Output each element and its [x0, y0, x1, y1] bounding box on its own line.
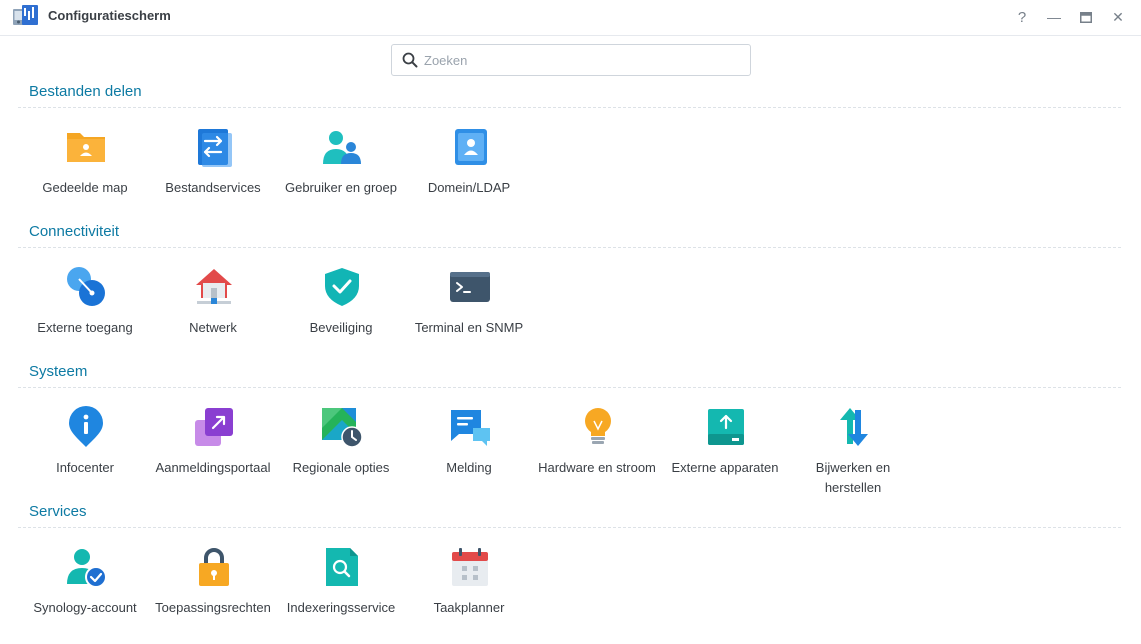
tile-file-services[interactable]: Bestandservices — [149, 120, 277, 220]
maximize-icon — [1080, 11, 1092, 23]
control-panel-app-icon — [13, 5, 38, 25]
tile-indexing-service[interactable]: Indexeringsservice — [277, 540, 405, 640]
section-title-system: Systeem — [29, 363, 88, 380]
tile-domain-ldap[interactable]: Domein/LDAP — [405, 120, 533, 220]
tile-label: Netwerk — [189, 320, 237, 335]
tile-network[interactable]: Netwerk — [149, 260, 277, 360]
tile-label: Externe toegang — [37, 320, 133, 335]
tile-label: Gebruiker en groep — [284, 180, 397, 195]
tile-label: Terminal en SNMP — [414, 320, 524, 335]
application-privileges-icon — [199, 548, 229, 586]
network-icon — [196, 269, 232, 304]
notification-icon — [451, 410, 490, 446]
tile-terminal-snmp[interactable]: Terminal en SNMP — [405, 260, 533, 360]
tile-label: Gedeelde map — [42, 180, 128, 195]
section-title-connectivity: Connectiviteit — [29, 223, 120, 240]
terminal-icon — [450, 272, 490, 302]
tile-label: Toepassingsrechten — [155, 600, 271, 615]
tile-label: Domein/LDAP — [427, 180, 511, 195]
tile-update-restore[interactable]: Bijwerken en herstellen — [789, 400, 917, 500]
tile-user-group[interactable]: Gebruiker en groep — [277, 120, 405, 220]
window-title: Configuratiescherm — [48, 8, 171, 23]
tile-label: Regionale opties — [292, 460, 390, 475]
tile-login-portal[interactable]: Aanmeldingsportaal — [149, 400, 277, 500]
tile-task-scheduler[interactable]: Taakplanner — [405, 540, 533, 640]
search-icon — [402, 52, 418, 68]
maximize-button[interactable] — [1076, 7, 1096, 27]
file-services-icon — [198, 129, 232, 167]
tile-info-center[interactable]: Infocenter — [21, 400, 149, 500]
help-button[interactable]: ? — [1012, 7, 1032, 27]
external-devices-icon — [708, 409, 744, 445]
task-scheduler-icon — [452, 548, 488, 586]
domain-ldap-icon — [455, 129, 487, 165]
shared-folder-icon — [67, 133, 105, 162]
tile-shared-folder[interactable]: Gedeelde map — [21, 120, 149, 220]
close-button[interactable]: ✕ — [1108, 7, 1128, 27]
regional-options-icon — [322, 408, 363, 448]
search-box[interactable] — [391, 44, 751, 76]
security-shield-icon — [325, 268, 359, 306]
tile-label: Hardware en stroom — [538, 460, 656, 475]
tile-label: Externe apparaten — [671, 460, 779, 475]
tile-label: Infocenter — [56, 460, 114, 475]
hardware-power-icon — [585, 408, 611, 444]
section-divider — [18, 387, 1121, 388]
tile-regional-options[interactable]: Regionale opties — [277, 400, 405, 500]
tile-label: Beveiliging — [309, 320, 373, 335]
login-portal-icon — [195, 408, 233, 446]
tile-notification[interactable]: Melding — [405, 400, 533, 500]
tile-external-access[interactable]: Externe toegang — [21, 260, 149, 360]
tile-label: Taakplanner — [433, 600, 505, 615]
tile-hardware-power[interactable]: Hardware en stroom — [533, 400, 661, 500]
external-access-icon — [67, 267, 105, 306]
tile-label: Bestandservices — [165, 180, 261, 195]
user-group-icon — [323, 131, 361, 164]
section-divider — [18, 247, 1121, 248]
tile-external-devices[interactable]: Externe apparaten — [661, 400, 789, 500]
minimize-button[interactable]: — — [1044, 7, 1064, 27]
section-title-services: Services — [29, 503, 87, 520]
section-divider — [18, 527, 1121, 528]
tile-synology-account[interactable]: Synology-account — [21, 540, 149, 640]
tile-label: Bijwerken en herstellen — [815, 460, 891, 495]
tile-security[interactable]: Beveiliging — [277, 260, 405, 360]
section-title-file-sharing: Bestanden delen — [29, 83, 142, 100]
title-bar: Configuratiescherm ? — ✕ — [0, 0, 1141, 36]
tile-label: Synology-account — [33, 600, 137, 615]
tile-label: Aanmeldingsportaal — [155, 460, 271, 475]
tile-label: Indexeringsservice — [286, 600, 396, 615]
update-restore-icon — [840, 408, 868, 446]
tile-application-privileges[interactable]: Toepassingsrechten — [149, 540, 277, 640]
synology-account-icon — [67, 549, 107, 588]
tile-label: Melding — [446, 460, 492, 475]
section-divider — [18, 107, 1121, 108]
indexing-service-icon — [326, 548, 358, 586]
info-center-icon — [69, 406, 103, 447]
search-input[interactable] — [424, 49, 742, 71]
